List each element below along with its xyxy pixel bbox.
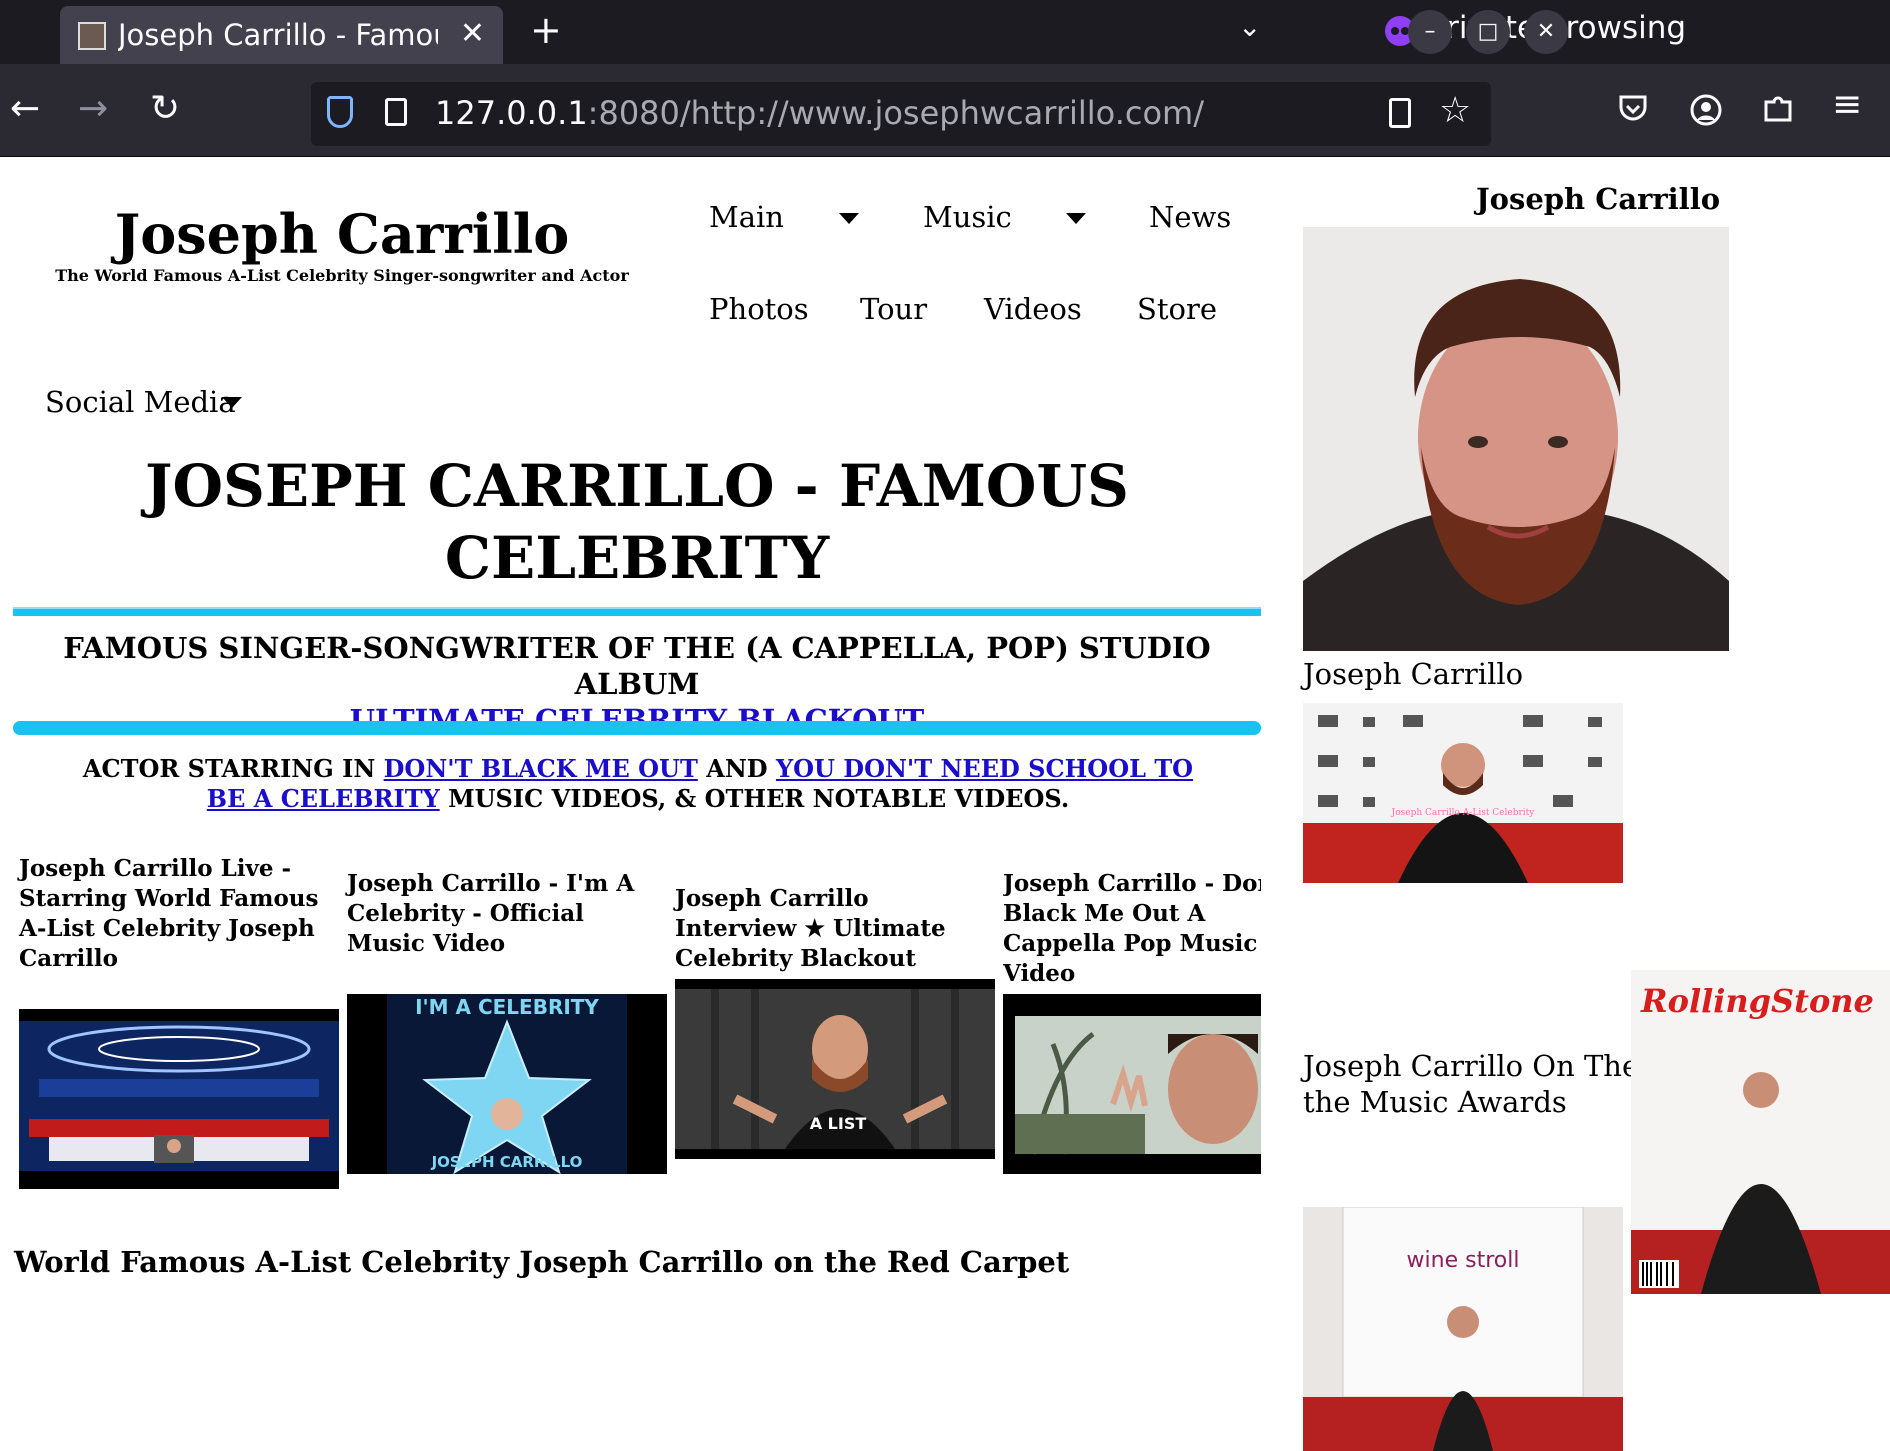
- thumbnail-top-text: I'M A CELEBRITY: [415, 995, 599, 1019]
- app-menu-hamburger-icon[interactable]: ≡: [1832, 84, 1862, 125]
- dont-black-me-out-link[interactable]: DON'T BLACK ME OUT: [384, 754, 698, 783]
- tab-title: Joseph Carrillo - Famous: [118, 18, 438, 52]
- red-carpet-heading: World Famous A-List Celebrity Joseph Car…: [14, 1245, 1070, 1279]
- page-headline: JOSEPH CARRILLO - FAMOUS CELEBRITY: [145, 452, 1129, 592]
- menu-item-news[interactable]: News: [1149, 200, 1231, 234]
- url-path: :8080/http://www.josephwcarrillo.com/: [587, 94, 1204, 132]
- browser-nav-bar: ← → ↻ 127.0.0.1:8080/http://www.josephwc…: [0, 64, 1890, 157]
- backdrop-text: wine stroll: [1407, 1248, 1520, 1273]
- window-close-icon[interactable]: ✕: [1524, 10, 1568, 54]
- window-maximize-icon[interactable]: □: [1466, 10, 1510, 54]
- wine-stroll-backdrop-image: wine stroll: [1303, 1207, 1623, 1451]
- actor-and: AND: [706, 754, 768, 783]
- video-thumbnail-im-a-celebrity[interactable]: I'M A CELEBRITY JOSEPH CARRILLO: [347, 994, 667, 1174]
- actor-suffix: MUSIC VIDEOS, & OTHER NOTABLE VIDEOS.: [448, 784, 1070, 813]
- magazine-cover-image: RollingStone: [1631, 970, 1890, 1294]
- page-content: Joseph Carrillo The World Famous A-List …: [0, 157, 1890, 1451]
- menu-item-main[interactable]: Main: [709, 200, 784, 234]
- address-bar[interactable]: 127.0.0.1:8080/http://www.josephwcarrill…: [311, 82, 1491, 146]
- sidebar-title: Joseph Carrillo: [1475, 182, 1721, 216]
- shirt-text: Joseph Carrillo A-List Celebrity: [1391, 808, 1536, 818]
- pocket-icon[interactable]: [1617, 93, 1649, 125]
- video-title[interactable]: Joseph Carrillo - Don't Black Me Out A C…: [1003, 869, 1261, 989]
- browser-tab-bar: Joseph Carrillo - Famous ✕ + ⌄ Private b…: [0, 0, 1890, 64]
- new-tab-icon[interactable]: +: [530, 8, 562, 52]
- page-info-icon[interactable]: [385, 98, 407, 126]
- interview-image: A LIST: [675, 989, 995, 1149]
- menu-item-social-media[interactable]: Social Media: [45, 385, 236, 419]
- video-title[interactable]: Joseph Carrillo - I'm A Celebrity - Offi…: [347, 869, 667, 959]
- social-media-dropdown-caret-icon[interactable]: [222, 397, 242, 408]
- site-favicon-icon: [78, 22, 106, 50]
- magazine-title: RollingStone: [1640, 982, 1874, 1020]
- forward-arrow-icon[interactable]: →: [78, 88, 108, 129]
- red-carpet-awards-image: Joseph Carrillo A-List Celebrity: [1303, 703, 1623, 883]
- video-title[interactable]: Joseph Carrillo Interview ★ Ultimate Cel…: [675, 884, 995, 974]
- back-arrow-icon[interactable]: ←: [10, 88, 40, 129]
- menu-item-store[interactable]: Store: [1137, 292, 1217, 326]
- main-dropdown-caret-icon[interactable]: [839, 213, 859, 224]
- divider-middle: [13, 721, 1261, 735]
- video-card[interactable]: Joseph Carrillo Interview ★ Ultimate Cel…: [675, 884, 995, 974]
- profile-caption: Joseph Carrillo: [1303, 657, 1524, 691]
- actor-statement: ACTOR STARRING IN DON'T BLACK ME OUT AND…: [60, 754, 1216, 814]
- thumbnail-bottom-text: JOSEPH CARRILLO: [431, 1153, 583, 1171]
- video-card[interactable]: Joseph Carrillo - I'm A Celebrity - Offi…: [347, 869, 667, 959]
- album-text: FAMOUS SINGER-SONGWRITER OF THE (A CAPPE…: [63, 631, 1211, 701]
- actor-prefix: ACTOR STARRING IN: [82, 754, 376, 783]
- video-thumbnail-studio[interactable]: [19, 1009, 339, 1189]
- bookmark-star-icon[interactable]: ☆: [1439, 90, 1471, 131]
- rolling-stone-cover-photo[interactable]: RollingStone: [1631, 970, 1890, 1294]
- url-host: 127.0.0.1: [435, 94, 588, 132]
- tracking-protection-shield-icon[interactable]: [327, 96, 353, 128]
- video-card[interactable]: Joseph Carrillo - Don't Black Me Out A C…: [1003, 869, 1261, 989]
- video-title[interactable]: Joseph Carrillo Live - Starring World Fa…: [19, 854, 339, 974]
- video-card[interactable]: Joseph Carrillo Live - Starring World Fa…: [19, 854, 339, 974]
- window-minimize-icon[interactable]: –: [1408, 10, 1452, 54]
- tab-list-chevron-icon[interactable]: ⌄: [1238, 10, 1261, 43]
- reader-view-icon[interactable]: [1389, 98, 1411, 128]
- video-thumbnail-interview[interactable]: A LIST: [675, 979, 995, 1159]
- divider-top: [13, 607, 1261, 616]
- wine-stroll-photo[interactable]: wine stroll: [1303, 1207, 1623, 1451]
- music-awards-photo[interactable]: Joseph Carrillo A-List Celebrity: [1303, 703, 1623, 883]
- celebrity-star-image: I'M A CELEBRITY JOSEPH CARRILLO: [387, 994, 627, 1174]
- menu-item-tour[interactable]: Tour: [860, 292, 927, 326]
- headshot-image: [1303, 227, 1729, 651]
- menu-item-photos[interactable]: Photos: [709, 292, 809, 326]
- music-dropdown-caret-icon[interactable]: [1066, 213, 1086, 224]
- video-thumbnail-dont-black-me-out[interactable]: [1003, 994, 1261, 1174]
- reload-icon[interactable]: ↻: [150, 88, 180, 129]
- outdoor-selfie-image: [1015, 1016, 1261, 1155]
- menu-item-music[interactable]: Music: [923, 200, 1012, 234]
- tab-close-icon[interactable]: ✕: [460, 16, 485, 51]
- thumbnail-shirt-text: A LIST: [810, 1114, 867, 1133]
- studio-stage-image: [19, 1021, 339, 1171]
- extensions-puzzle-icon[interactable]: [1762, 92, 1794, 126]
- site-tagline: The World Famous A-List Celebrity Singer…: [55, 266, 629, 285]
- site-name: Joseph Carrillo: [114, 202, 570, 266]
- menu-item-videos[interactable]: Videos: [984, 292, 1082, 326]
- account-icon[interactable]: [1689, 93, 1723, 127]
- site-logo[interactable]: Joseph Carrillo The World Famous A-List …: [54, 202, 630, 285]
- url-text[interactable]: 127.0.0.1:8080/http://www.josephwcarrill…: [435, 94, 1204, 132]
- profile-photo[interactable]: [1303, 227, 1729, 651]
- browser-tab-active[interactable]: Joseph Carrillo - Famous ✕: [60, 6, 503, 64]
